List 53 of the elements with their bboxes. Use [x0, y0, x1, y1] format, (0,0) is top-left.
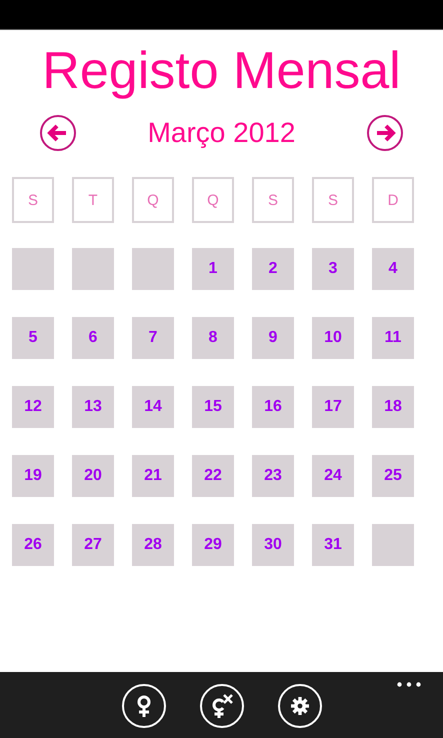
settings-icon [290, 697, 308, 715]
empty-day-cell [12, 248, 54, 290]
day-cell[interactable]: 3 [312, 248, 354, 290]
day-cell[interactable]: 7 [132, 317, 174, 359]
weekday-header: D [372, 177, 414, 223]
day-cell[interactable]: 27 [72, 524, 114, 566]
ellipsis-icon [397, 682, 421, 687]
day-cell[interactable]: 4 [372, 248, 414, 290]
day-cell[interactable]: 1 [192, 248, 234, 290]
day-cell[interactable]: 2 [252, 248, 294, 290]
day-cell[interactable]: 5 [12, 317, 54, 359]
weekday-header: S [12, 177, 54, 223]
day-cell[interactable]: 16 [252, 386, 294, 428]
day-cell[interactable]: 9 [252, 317, 294, 359]
day-cell[interactable]: 26 [12, 524, 54, 566]
day-cell[interactable]: 8 [192, 317, 234, 359]
weekday-header: T [72, 177, 114, 223]
day-cell[interactable]: 13 [72, 386, 114, 428]
month-label: Março 2012 [148, 117, 296, 149]
day-cell[interactable]: 22 [192, 455, 234, 497]
day-cell[interactable]: 10 [312, 317, 354, 359]
day-cell[interactable]: 31 [312, 524, 354, 566]
female-symbol-button[interactable] [122, 684, 166, 728]
day-cell[interactable]: 11 [372, 317, 414, 359]
female-symbol-cross-button[interactable] [200, 684, 244, 728]
day-cell[interactable]: 14 [132, 386, 174, 428]
day-cell[interactable]: 25 [372, 455, 414, 497]
day-cell[interactable]: 19 [12, 455, 54, 497]
day-cell[interactable]: 18 [372, 386, 414, 428]
more-options-button[interactable] [397, 682, 421, 687]
day-cell[interactable]: 28 [132, 524, 174, 566]
empty-day-cell [372, 524, 414, 566]
day-cell[interactable]: 15 [192, 386, 234, 428]
day-cell[interactable]: 12 [12, 386, 54, 428]
page-title: Registo Mensal [41, 41, 402, 102]
day-cell[interactable]: 6 [72, 317, 114, 359]
female-symbol-cross-icon [210, 694, 234, 718]
weekday-header: S [252, 177, 294, 223]
day-cell[interactable]: 20 [72, 455, 114, 497]
day-cell[interactable]: 24 [312, 455, 354, 497]
day-cell[interactable]: 23 [252, 455, 294, 497]
weekday-header: S [312, 177, 354, 223]
previous-month-button[interactable] [38, 113, 78, 153]
day-cell[interactable]: 21 [132, 455, 174, 497]
day-cell[interactable]: 30 [252, 524, 294, 566]
weekday-header: Q [192, 177, 234, 223]
empty-day-cell [132, 248, 174, 290]
day-cell[interactable]: 17 [312, 386, 354, 428]
empty-day-cell [72, 248, 114, 290]
weekday-header: Q [132, 177, 174, 223]
settings-button[interactable] [278, 684, 322, 728]
day-cell[interactable]: 29 [192, 524, 234, 566]
next-month-button[interactable] [365, 113, 405, 153]
